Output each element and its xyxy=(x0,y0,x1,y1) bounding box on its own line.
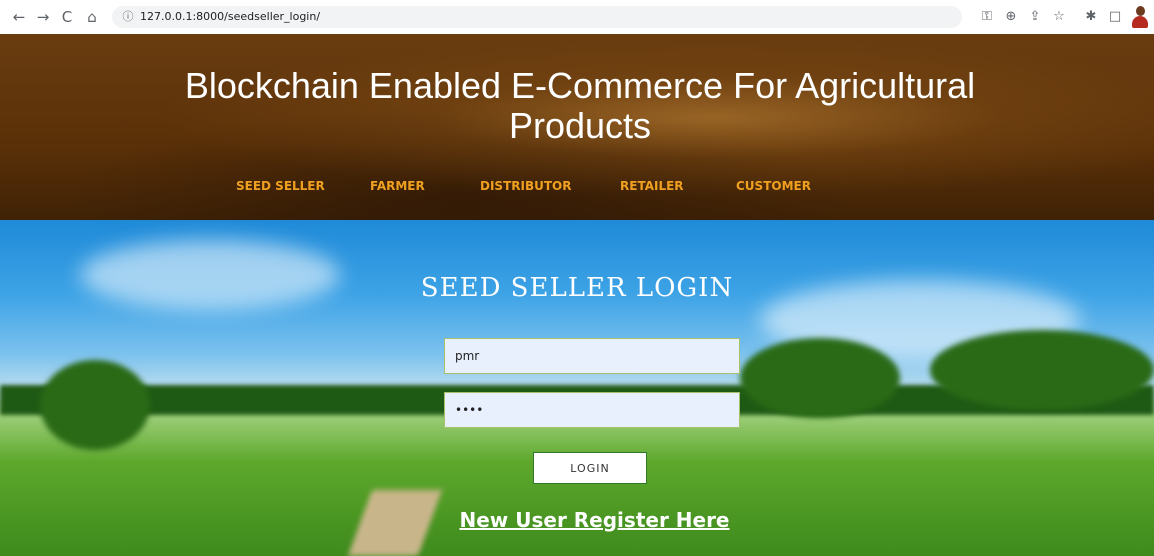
share-icon[interactable]: ⇪ xyxy=(1026,8,1044,26)
nav-distributor[interactable]: DISTRIBUTOR xyxy=(480,179,571,193)
site-title: Blockchain Enabled E-Commerce For Agricu… xyxy=(184,65,976,146)
site-info-icon[interactable]: ⓘ xyxy=(120,9,136,25)
username-field[interactable] xyxy=(444,338,740,374)
address-bar[interactable]: ⓘ 127.0.0.1:8000/seedseller_login/ xyxy=(112,6,962,28)
bookmark-star-icon[interactable]: ☆ xyxy=(1050,8,1068,26)
site-header: Blockchain Enabled E-Commerce For Agricu… xyxy=(0,34,1154,220)
back-arrow-icon[interactable]: ← xyxy=(10,8,28,26)
login-button[interactable]: LOGIN xyxy=(533,452,647,484)
nav-retailer[interactable]: RETAILER xyxy=(620,179,684,193)
profile-avatar-icon[interactable] xyxy=(1132,6,1148,28)
nav-seed-seller[interactable]: SEED SELLER xyxy=(236,179,325,193)
home-icon[interactable]: ⌂ xyxy=(83,8,101,26)
reload-icon[interactable]: C xyxy=(58,8,76,26)
address-url[interactable]: 127.0.0.1:8000/seedseller_login/ xyxy=(140,6,320,28)
extensions-icon[interactable]: ✱ xyxy=(1082,8,1100,26)
forward-arrow-icon[interactable]: → xyxy=(34,8,52,26)
tree xyxy=(930,330,1154,410)
register-link[interactable]: New User Register Here xyxy=(0,508,1154,532)
nav-farmer[interactable]: FARMER xyxy=(370,179,425,193)
login-title: SEED SELLER LOGIN xyxy=(420,273,734,303)
side-panel-icon[interactable]: □ xyxy=(1106,8,1124,26)
zoom-icon[interactable]: ⊕ xyxy=(1002,8,1020,26)
hero-background: SEED SELLER LOGIN LOGIN New User Registe… xyxy=(0,220,1154,556)
password-field[interactable] xyxy=(444,392,740,428)
tree xyxy=(740,338,900,418)
tree xyxy=(40,360,150,450)
key-icon[interactable]: ⚿ xyxy=(978,8,996,26)
nav-customer[interactable]: CUSTOMER xyxy=(736,179,811,193)
browser-toolbar: ← → C ⌂ ⓘ 127.0.0.1:8000/seedseller_logi… xyxy=(0,0,1154,35)
